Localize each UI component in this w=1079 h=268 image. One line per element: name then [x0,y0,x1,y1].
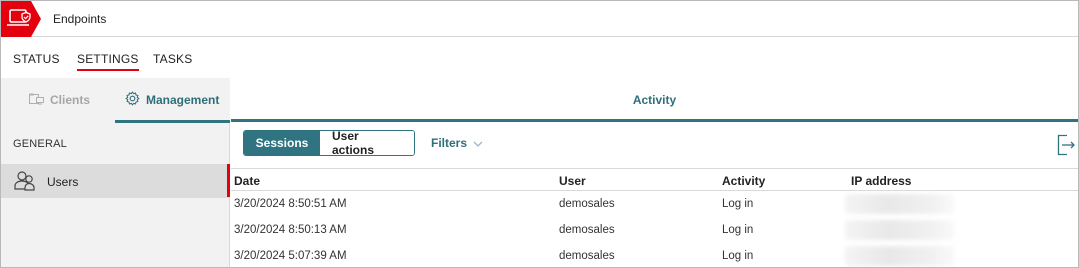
cell-activity: Log in [722,198,754,210]
tab-status[interactable]: STATUS [13,52,60,66]
cell-activity: Log in [722,224,754,236]
sidebar-item-users[interactable]: Users [1,164,229,198]
subtab-clients[interactable]: Clients [29,78,90,122]
sessions-button[interactable]: Sessions [244,131,320,155]
column-header-date[interactable]: Date [234,174,260,188]
toolbar: Sessions User actions Filters [231,123,1078,168]
column-header-user[interactable]: User [559,174,586,188]
activity-header: Activity [231,78,1078,122]
subtab-management[interactable]: Management [125,78,219,122]
tab-settings[interactable]: SETTINGS [77,52,139,71]
cell-date: 3/20/2024 8:50:13 AM [234,224,347,236]
column-header-ip-address[interactable]: IP address [851,174,911,188]
cell-activity: Log in [722,250,754,262]
users-icon [14,170,36,195]
cell-user: demosales [559,224,615,236]
management-underline [115,120,230,123]
sessions-table: Date User Activity IP address 3/20/2024 … [231,168,1078,267]
subtab-management-label: Management [146,93,220,107]
selection-marker [227,164,230,197]
folder-computer-icon [29,93,44,108]
filters-label: Filters [431,136,468,150]
table-row[interactable]: 3/20/2024 5:07:39 AM demosales Log in [231,243,1078,267]
tab-tasks[interactable]: TASKS [153,52,192,66]
cell-user: demosales [559,198,615,210]
cell-date: 3/20/2024 5:07:39 AM [234,250,347,262]
chevron-down-icon [473,136,483,150]
subtab-clients-label: Clients [50,93,91,107]
section-label-general: GENERAL [13,138,67,150]
shield-check-icon[interactable] [1,1,43,37]
left-panel: Clients Management GENERAL Users [1,78,230,267]
cell-date: 3/20/2024 8:50:51 AM [234,198,347,210]
sidebar-item-users-label: Users [47,175,79,189]
cell-ip-redacted [845,246,955,266]
export-icon[interactable] [1056,134,1076,159]
app-title: Endpoints [53,12,107,26]
cell-ip-redacted [845,194,955,214]
cell-user: demosales [559,250,615,262]
cell-ip-redacted [845,220,955,240]
title-bar: Endpoints [1,1,1078,37]
table-row[interactable]: 3/20/2024 8:50:51 AM demosales Log in [231,191,1078,217]
user-actions-button[interactable]: User actions [320,131,414,155]
activity-title: Activity [632,93,677,107]
view-segmented-control: Sessions User actions [243,130,415,156]
table-header: Date User Activity IP address [231,168,1078,191]
table-row[interactable]: 3/20/2024 8:50:13 AM demosales Log in [231,217,1078,243]
column-header-activity[interactable]: Activity [722,174,765,188]
app-window: Endpoints STATUS SETTINGS TASKS Clients [0,0,1079,268]
top-tabs: STATUS SETTINGS TASKS [1,38,1078,78]
filters-dropdown[interactable]: Filters [431,136,483,150]
activity-underline [231,119,1078,122]
subtabs: Clients Management [1,78,230,123]
gear-icon [125,91,140,109]
